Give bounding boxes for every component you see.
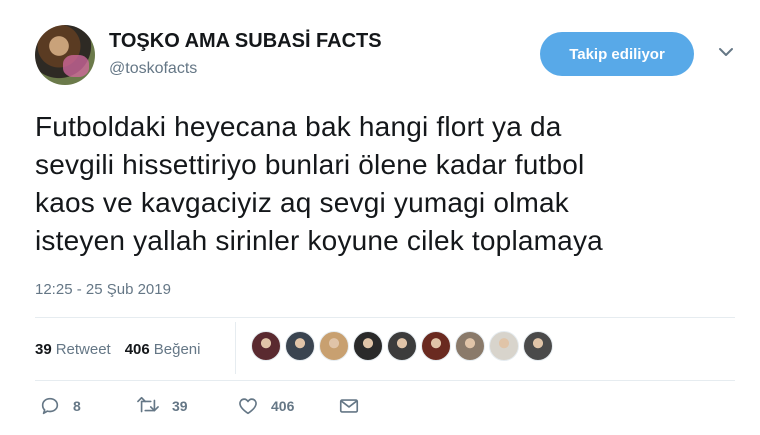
reply-icon (41, 397, 59, 415)
tweet-actions: 8 39 406 (35, 393, 375, 419)
heart-icon (239, 398, 257, 415)
tweet-text-line: isteyen yallah sirinler koyune cilek top… (35, 225, 603, 256)
reply-button[interactable]: 8 (39, 393, 81, 419)
tweet-timestamp[interactable]: 12:25 - 25 Şub 2019 (35, 281, 171, 298)
retweet-icon (137, 396, 159, 413)
divider (35, 317, 735, 318)
chevron-down-icon[interactable] (717, 43, 735, 61)
envelope-icon (339, 399, 359, 413)
direct-message-button[interactable] (338, 393, 360, 419)
liker-avatar-1[interactable] (251, 331, 281, 361)
liker-avatar-8[interactable] (489, 331, 519, 361)
tweet-stats: 39 Retweet 406 Beğeni (35, 337, 214, 361)
tweet-text-line: Futboldaki heyecana bak hangi flort ya d… (35, 111, 562, 142)
author-avatar[interactable] (35, 25, 95, 85)
liker-avatar-5[interactable] (387, 331, 417, 361)
tweet-text: Futboldaki heyecana bak hangi flort ya d… (35, 108, 735, 260)
like-stat-count[interactable]: 406 (125, 341, 150, 358)
liker-avatar-3[interactable] (319, 331, 349, 361)
tweet-text-line: sevgili hissettiriyo bunlari ölene kadar… (35, 149, 585, 180)
author-handle[interactable]: @toskofacts (109, 60, 197, 78)
liker-avatar-4[interactable] (353, 331, 383, 361)
liker-avatar-9[interactable] (523, 331, 553, 361)
liker-avatar-7[interactable] (455, 331, 485, 361)
liker-avatar-2[interactable] (285, 331, 315, 361)
like-button[interactable]: 406 (237, 393, 294, 419)
retweet-button[interactable]: 39 (136, 393, 188, 419)
following-button[interactable]: Takip ediliyor (540, 32, 694, 76)
retweet-stat-count[interactable]: 39 (35, 341, 52, 358)
stats-separator (235, 322, 236, 374)
divider (35, 380, 735, 381)
reply-count: 8 (73, 398, 81, 414)
liker-avatar-6[interactable] (421, 331, 451, 361)
tweet-text-line: kaos ve kavgaciyiz aq sevgi yumagi olmak (35, 187, 570, 218)
liker-avatars (251, 331, 557, 361)
retweet-stat-label[interactable]: Retweet (56, 341, 111, 358)
like-count: 406 (271, 398, 295, 414)
author-display-name[interactable]: TOŞKO AMA SUBASİ FACTS (109, 30, 382, 53)
like-stat-label[interactable]: Beğeni (154, 341, 201, 358)
tweet-header: TOŞKO AMA SUBASİ FACTS @toskofacts Takip… (35, 25, 735, 85)
retweet-count: 39 (172, 398, 188, 414)
